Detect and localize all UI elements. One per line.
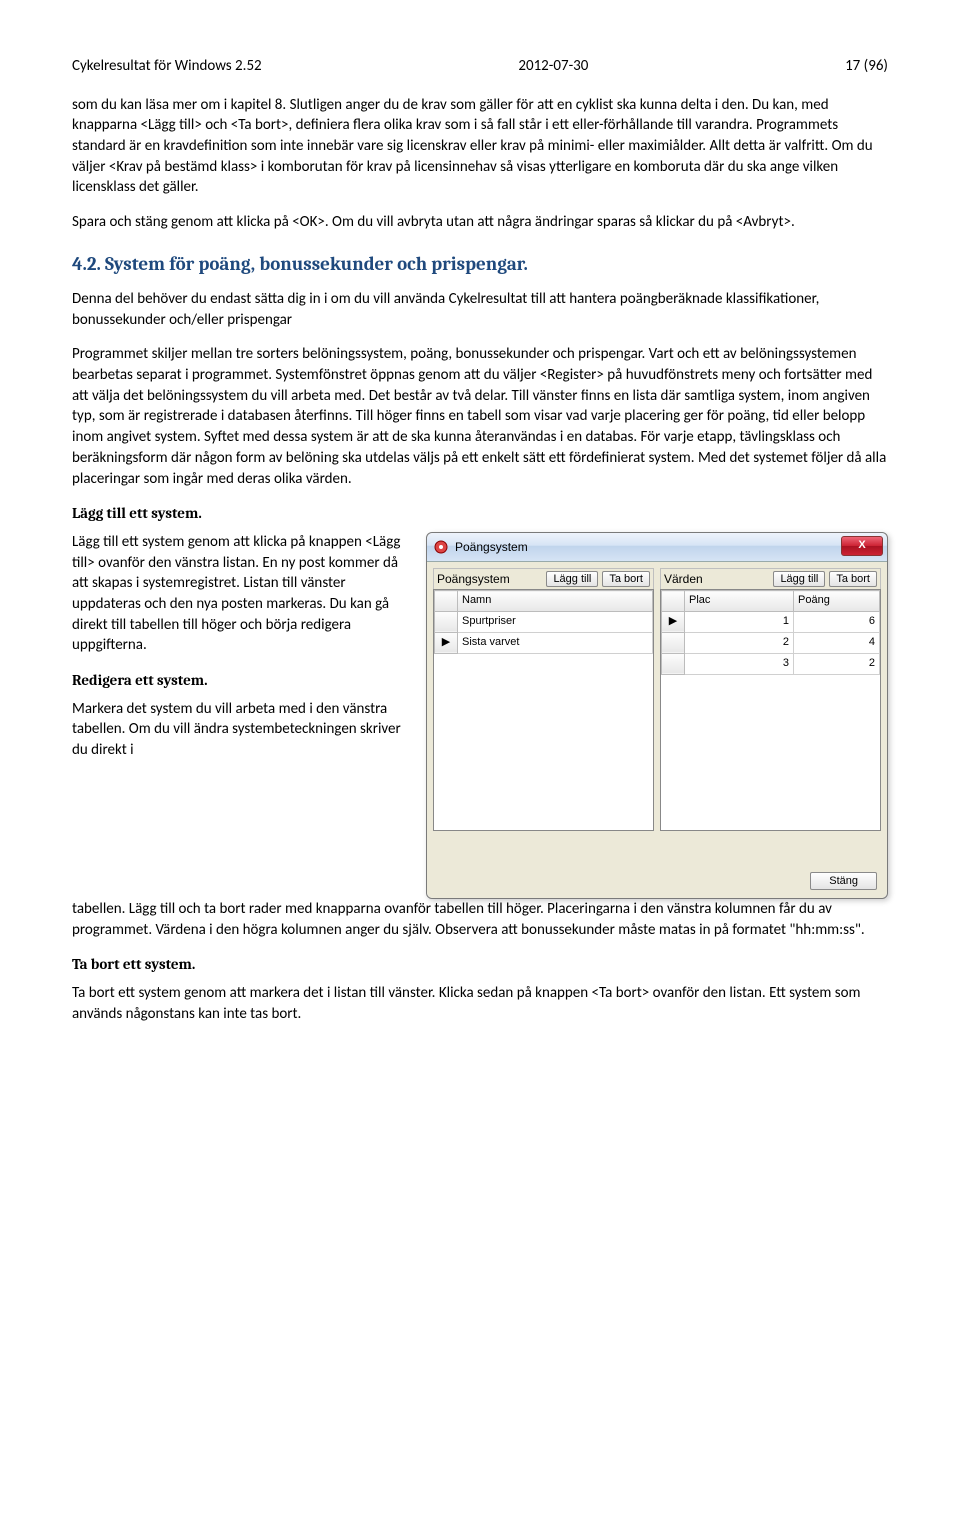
poangsystem-dialog: Poängsystem X Poängsystem Lägg till Ta b… [426, 532, 888, 899]
systems-grid[interactable]: Namn Spurtpriser ▶ Sista varvet [433, 589, 654, 831]
right-add-button[interactable]: Lägg till [773, 571, 825, 587]
body-paragraph: Lägg till ett system genom att klicka på… [72, 532, 410, 656]
body-paragraph: Markera det system du vill arbeta med i … [72, 699, 410, 761]
subheading-edit-system: Redigera ett system. [72, 670, 410, 691]
values-grid[interactable]: Plac Poäng ▶ 1 6 2 4 [660, 589, 881, 831]
body-paragraph: Denna del behöver du endast sätta dig in… [72, 289, 888, 330]
col-header-plac[interactable]: Plac [685, 591, 794, 611]
plac-cell[interactable]: 3 [685, 653, 794, 674]
left-remove-button[interactable]: Ta bort [602, 571, 650, 587]
dialog-title: Poängsystem [455, 539, 528, 556]
poang-cell[interactable]: 2 [794, 653, 880, 674]
header-left: Cykelresultat för Windows 2.52 [72, 56, 262, 77]
body-paragraph: som du kan läsa mer om i kapitel 8. Slut… [72, 95, 888, 198]
col-header-name[interactable]: Namn [458, 591, 653, 611]
body-paragraph: tabellen. Lägg till och ta bort rader me… [72, 899, 888, 940]
header-center: 2012-07-30 [518, 56, 588, 77]
body-paragraph: Programmet skiljer mellan tre sorters be… [72, 344, 888, 489]
right-remove-button[interactable]: Ta bort [829, 571, 877, 587]
table-row[interactable]: 2 4 [662, 632, 880, 653]
subheading-add-system: Lägg till ett system. [72, 503, 888, 524]
dialog-titlebar[interactable]: Poängsystem X [427, 533, 887, 562]
page-header: Cykelresultat för Windows 2.52 2012-07-3… [72, 56, 888, 77]
close-button[interactable]: X [841, 536, 883, 556]
poang-cell[interactable]: 4 [794, 632, 880, 653]
dialog-close-button[interactable]: Stäng [810, 872, 877, 890]
left-panel-label: Poängsystem [437, 571, 542, 588]
table-row[interactable]: ▶ 1 6 [662, 611, 880, 632]
system-name-cell[interactable]: Sista varvet [458, 632, 653, 653]
app-icon [433, 539, 449, 555]
body-paragraph: Spara och stäng genom att klicka på <OK>… [72, 212, 888, 233]
section-heading-4-2: 4.2. System för poäng, bonussekunder och… [72, 251, 888, 277]
plac-cell[interactable]: 2 [685, 632, 794, 653]
header-right: 17 (96) [845, 56, 888, 77]
plac-cell[interactable]: 1 [685, 611, 794, 632]
left-add-button[interactable]: Lägg till [546, 571, 598, 587]
close-icon: X [858, 538, 865, 553]
col-header-poang[interactable]: Poäng [794, 591, 880, 611]
subheading-remove-system: Ta bort ett system. [72, 954, 888, 975]
table-row[interactable]: Spurtpriser [435, 611, 653, 632]
table-row[interactable]: 3 2 [662, 653, 880, 674]
system-name-cell[interactable]: Spurtpriser [458, 611, 653, 632]
table-row[interactable]: ▶ Sista varvet [435, 632, 653, 653]
right-panel-label: Värden [664, 571, 769, 588]
body-paragraph: Ta bort ett system genom att markera det… [72, 983, 888, 1024]
poang-cell[interactable]: 6 [794, 611, 880, 632]
